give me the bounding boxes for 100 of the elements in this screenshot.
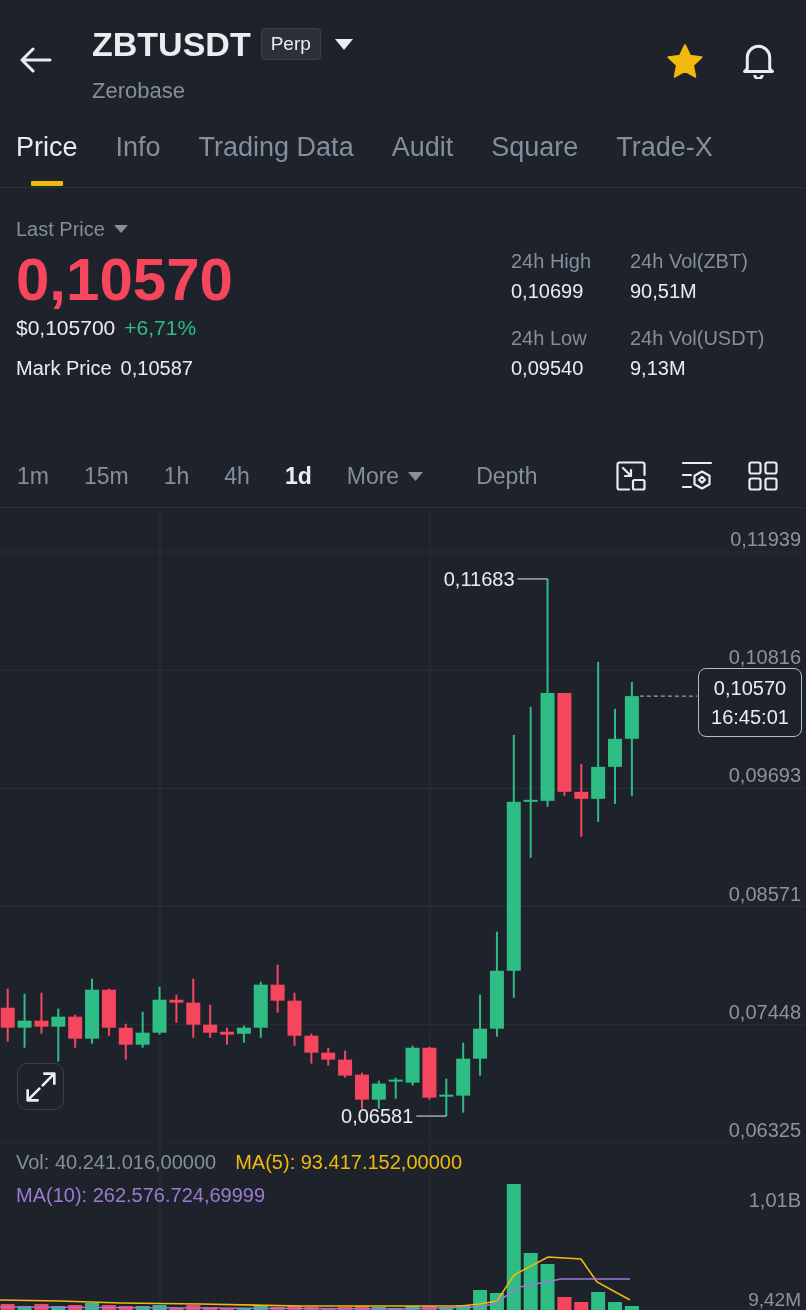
price-axis-label: 0,08571 (728, 882, 801, 905)
tab[interactable]: Trade-X (616, 131, 713, 187)
tab[interactable]: Trading Data (198, 131, 354, 187)
volume-bar (304, 1307, 319, 1310)
volume-bar (608, 1302, 622, 1310)
star-icon[interactable] (667, 44, 703, 78)
candle (287, 992, 302, 1046)
stat-label: 24h Vol(ZBT) (630, 249, 748, 274)
interval-tab[interactable]: 1h (163, 461, 190, 491)
high-price-label: 0,11683 (443, 567, 515, 590)
window-arrow-icon[interactable] (616, 461, 646, 491)
volume-bar (456, 1305, 471, 1310)
volume-bar (135, 1306, 150, 1310)
candle (169, 994, 184, 1023)
volume-bar (270, 1307, 285, 1310)
stat-label: 24h High (511, 249, 592, 274)
volume-bar (68, 1305, 83, 1310)
usd-price: $0,105700 (16, 315, 116, 341)
candle (220, 1027, 234, 1045)
contract-badge: Perp (260, 28, 321, 60)
stat-value: 9,13M (630, 356, 686, 381)
current-price-value: 0,10570 (713, 675, 787, 701)
volume-bar (523, 1253, 538, 1310)
interval-tab[interactable]: 4h (224, 461, 250, 491)
tab[interactable]: Audit (391, 131, 454, 187)
volume-bar (152, 1305, 167, 1310)
volume-bar (287, 1306, 302, 1310)
volume-legend-text: MA(5): 93.417.152,00000 (235, 1150, 462, 1175)
price-axis-label: 0,06325 (728, 1119, 801, 1141)
candle (270, 964, 285, 1013)
candle (34, 992, 49, 1034)
volume-bar (253, 1306, 268, 1310)
stat-value: 0,09540 (511, 356, 584, 381)
leader-line (517, 578, 549, 580)
mark-price-value: 0,10587 (120, 356, 193, 381)
caret-icon[interactable] (334, 38, 353, 50)
candle (304, 1033, 319, 1064)
candle (371, 1080, 386, 1109)
grid-icon[interactable] (748, 461, 778, 491)
candle (253, 981, 268, 1038)
leader-line (415, 1115, 447, 1117)
volume-axis-label: 1,01B (748, 1189, 801, 1211)
candle (321, 1047, 336, 1066)
volume-bar (624, 1306, 639, 1310)
candle (68, 1014, 83, 1048)
volume-bar (34, 1304, 49, 1310)
candle (118, 1023, 133, 1060)
interval-tab[interactable]: 15m (83, 461, 129, 491)
candle (354, 1072, 369, 1109)
interval-tab[interactable]: 1d (284, 461, 312, 491)
volume-bar (557, 1297, 572, 1310)
volume-bar (17, 1306, 32, 1310)
candle (135, 1011, 150, 1048)
candle (17, 993, 32, 1048)
volume-bar (422, 1306, 437, 1310)
candle (422, 1046, 437, 1100)
back-arrow-icon[interactable] (20, 47, 52, 73)
candle (101, 988, 116, 1036)
candle (388, 1077, 403, 1099)
candle (51, 1008, 66, 1062)
expand-icon (25, 1071, 56, 1102)
caret-icon (408, 471, 424, 481)
candle (85, 978, 100, 1044)
more-dropdown[interactable]: More (346, 461, 424, 491)
candle (338, 1050, 353, 1078)
expand-button[interactable] (17, 1063, 64, 1110)
selected-underline (30, 181, 63, 186)
candle (456, 1042, 471, 1113)
interval-tab[interactable]: 1m (17, 461, 49, 491)
volume-bar (591, 1292, 606, 1310)
candle-countdown: 16:45:01 (711, 704, 789, 730)
candle (236, 1025, 251, 1043)
hexagon-list-icon[interactable] (681, 461, 713, 491)
price-axis-label: 0,09693 (728, 764, 801, 787)
volume-bar (186, 1305, 201, 1310)
tab[interactable]: Info (115, 131, 161, 187)
candle (439, 1078, 454, 1117)
volume-bar (439, 1307, 454, 1310)
tab[interactable]: Square (491, 131, 579, 187)
caret-icon (113, 225, 128, 233)
candle (152, 986, 167, 1035)
price-axis-label: 0,10816 (728, 646, 801, 669)
volume-legend-text: MA(10): 262.576.724,69999 (16, 1183, 266, 1208)
volume-bar (203, 1307, 218, 1310)
volume-bar (574, 1302, 589, 1310)
volume-bar (540, 1264, 555, 1310)
candle (186, 978, 201, 1038)
price-axis-label: 0,11939 (730, 528, 801, 550)
last-price: 0,10570 (16, 250, 233, 310)
candle (405, 1045, 420, 1086)
stat-value: 0,10699 (511, 279, 584, 304)
volume-legend-text: Vol: 40.241.016,00000 (16, 1150, 217, 1175)
tab[interactable]: Price (16, 131, 78, 187)
stat-label: 24h Low (511, 326, 587, 351)
depth-tab[interactable]: Depth (476, 461, 538, 491)
volume-bar (405, 1306, 420, 1310)
price-source-dropdown[interactable]: Last Price (16, 217, 128, 241)
price-axis-label: 0,07448 (728, 1000, 801, 1023)
candle (203, 1004, 218, 1038)
bell-icon[interactable] (741, 43, 776, 79)
